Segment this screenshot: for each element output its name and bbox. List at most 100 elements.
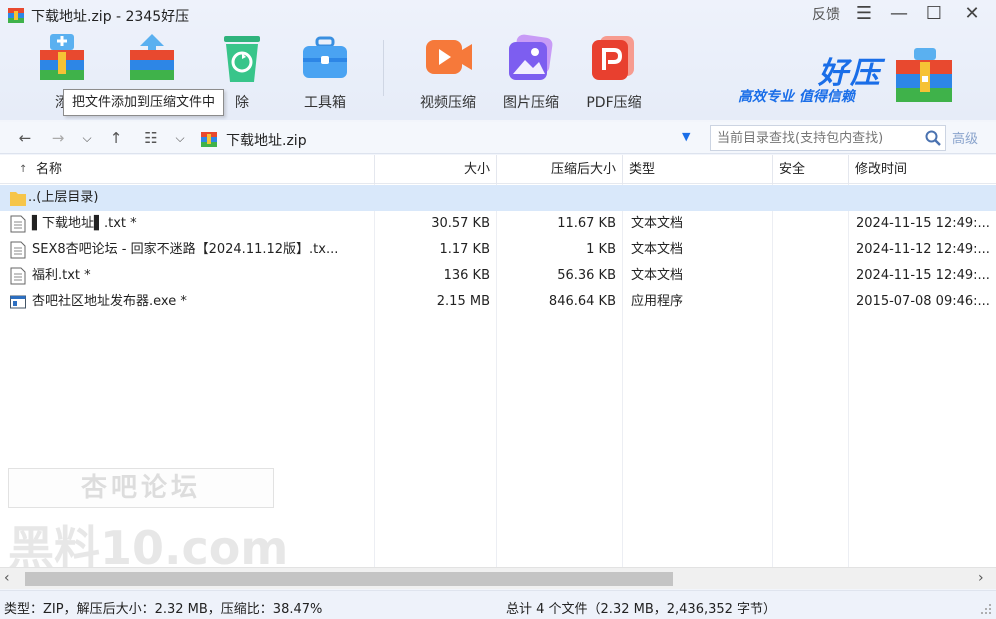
image-compress-button[interactable]: 图片压缩 <box>491 30 571 114</box>
file-name: ..(上层目录) <box>28 190 99 205</box>
zip-archive-icon <box>201 132 217 147</box>
path-chevron-down-icon[interactable]: ▼ <box>682 130 690 143</box>
menu-icon[interactable]: ☰ <box>853 3 875 25</box>
column-header-compressed[interactable]: 压缩后大小 <box>497 155 623 184</box>
toolbar-separator <box>383 40 384 96</box>
top-area: 下载地址.zip - 2345好压 反馈 ☰ — ☐ ✕ 添 除 工具箱 视频压… <box>0 0 996 120</box>
scroll-left-chevron-icon[interactable]: ‹ <box>4 570 10 586</box>
type-cell: 文本文档 <box>631 268 684 283</box>
archive-info: 类型：ZIP，解压后大小：2.32 MB，压缩比：38.47% <box>4 602 323 617</box>
table-row-parent-directory[interactable]: ..(上层目录) <box>0 185 996 211</box>
modified-cell: 2024-11-15 12:49:... <box>856 268 990 283</box>
status-bar: 类型：ZIP，解压后大小：2.32 MB，压缩比：38.47% 总计 4 个文件… <box>0 590 996 619</box>
folder-icon <box>10 192 26 206</box>
text-file-icon <box>10 267 26 285</box>
path-text: 下载地址.zip <box>226 133 307 149</box>
title-bar: 下载地址.zip - 2345好压 反馈 ☰ — ☐ ✕ <box>0 0 996 30</box>
haozip-logo-icon <box>8 8 24 23</box>
video-compress-button[interactable]: 视频压缩 <box>408 30 488 114</box>
search-field[interactable] <box>710 125 946 151</box>
column-header-security[interactable]: 安全 <box>773 155 849 184</box>
brand-banner: 好压 高效专业 值得信赖 <box>738 44 958 106</box>
video-compress-label: 视频压缩 <box>420 95 476 111</box>
compressed-size-cell: 846.64 KB <box>548 294 616 309</box>
toolbox-label: 工具箱 <box>304 95 346 111</box>
column-header-modified[interactable]: 修改时间 <box>849 155 996 184</box>
view-mode-icon[interactable]: ☷ <box>141 127 161 149</box>
file-total: 总计 4 个文件（2.32 MB，2,436,352 字节） <box>506 602 777 617</box>
search-input[interactable] <box>717 129 917 147</box>
modified-cell: 2024-11-12 12:49:... <box>856 242 990 257</box>
name-cell: ..(上层目录) <box>8 185 372 211</box>
text-file-icon <box>10 241 26 259</box>
size-cell: 30.57 KB <box>431 216 490 231</box>
file-list: ↑ 名称 大小 压缩后大小 类型 安全 修改时间 ..(上层目录) ▌下载地址▌… <box>0 155 996 575</box>
size-cell: 2.15 MB <box>436 294 490 309</box>
name-cell: ▌下载地址▌.txt * <box>8 211 372 237</box>
compressed-size-cell: 1 KB <box>586 242 616 257</box>
column-header-name[interactable]: ↑ 名称 <box>0 155 375 184</box>
file-name: 福利.txt * <box>32 268 91 283</box>
minimize-button[interactable]: — <box>888 3 910 25</box>
close-button[interactable]: ✕ <box>961 3 983 25</box>
add-tooltip: 把文件添加到压缩文件中 <box>63 89 225 116</box>
text-file-icon <box>10 215 26 233</box>
brand-slogan: 高效专业 值得信赖 <box>738 89 855 105</box>
scrollbar-thumb[interactable] <box>25 572 673 586</box>
column-header-size[interactable]: 大小 <box>375 155 497 184</box>
table-row[interactable]: SEX8杏吧论坛 - 回家不迷路【2024.11.12版】.tx... 1.17… <box>0 237 996 263</box>
size-cell: 1.17 KB <box>439 242 490 257</box>
file-name: SEX8杏吧论坛 - 回家不迷路【2024.11.12版】.tx... <box>32 242 339 257</box>
compressed-size-cell: 11.67 KB <box>557 216 616 231</box>
type-cell: 文本文档 <box>631 242 684 257</box>
name-cell: 福利.txt * <box>8 263 372 289</box>
watermark-line1: 杏吧论坛 <box>8 468 274 508</box>
search-icon[interactable] <box>924 129 942 147</box>
column-header-name-label: 名称 <box>36 162 63 177</box>
size-cell: 136 KB <box>443 268 490 283</box>
feedback-link[interactable]: 反馈 <box>812 4 840 24</box>
recycle-delete-icon <box>224 36 260 82</box>
modified-cell: 2024-11-15 12:49:... <box>856 216 990 231</box>
window-title: 下载地址.zip - 2345好压 <box>31 9 190 25</box>
table-row[interactable]: ▌下载地址▌.txt * 30.57 KB 11.67 KB 文本文档 2024… <box>0 211 996 237</box>
add-to-archive-icon <box>40 34 84 80</box>
video-compress-icon <box>426 40 472 74</box>
table-row[interactable]: 杏吧社区地址发布器.exe * 2.15 MB 846.64 KB 应用程序 2… <box>0 289 996 315</box>
path-field[interactable]: 下载地址.zip ▼ <box>196 126 706 152</box>
pdf-compress-button[interactable]: PDF压缩 <box>574 30 654 114</box>
advanced-search-link[interactable]: 高级 <box>952 128 978 147</box>
modified-cell: 2015-07-08 09:46:... <box>856 294 990 309</box>
pdf-compress-icon <box>592 36 634 80</box>
view-mode-chevron-down-icon[interactable]: ⌵ <box>170 127 190 149</box>
image-compress-icon <box>509 34 553 80</box>
type-cell: 文本文档 <box>631 216 684 231</box>
sort-ascending-icon: ↑ <box>19 164 28 175</box>
exe-file-icon <box>10 295 26 309</box>
table-row[interactable]: 福利.txt * 136 KB 56.36 KB 文本文档 2024-11-15… <box>0 263 996 289</box>
horizontal-scrollbar[interactable]: ‹ › <box>0 567 996 589</box>
back-arrow-icon[interactable]: ← <box>15 127 35 149</box>
column-header-type[interactable]: 类型 <box>623 155 773 184</box>
extract-icon <box>130 34 174 80</box>
up-arrow-icon[interactable]: ↑ <box>106 127 126 149</box>
forward-arrow-icon[interactable]: → <box>48 127 68 149</box>
name-cell: 杏吧社区地址发布器.exe * <box>8 289 372 315</box>
history-chevron-down-icon[interactable]: ⌵ <box>77 127 97 149</box>
file-name: 杏吧社区地址发布器.exe * <box>32 294 187 309</box>
scroll-right-chevron-icon[interactable]: › <box>978 570 984 586</box>
pdf-compress-label: PDF压缩 <box>586 95 642 111</box>
name-cell: SEX8杏吧论坛 - 回家不迷路【2024.11.12版】.tx... <box>8 237 372 263</box>
type-cell: 应用程序 <box>631 294 684 309</box>
toolbox-icon <box>303 36 347 78</box>
resize-grip-icon[interactable] <box>980 603 992 615</box>
maximize-button[interactable]: ☐ <box>923 3 945 25</box>
watermark: 杏吧论坛 黑料10.com <box>8 468 288 575</box>
toolbox-button[interactable]: 工具箱 <box>285 30 365 114</box>
haozip-brand-logo-icon <box>896 48 952 102</box>
file-name: ▌下载地址▌.txt * <box>32 216 137 231</box>
image-compress-label: 图片压缩 <box>503 95 559 111</box>
list-header: ↑ 名称 大小 压缩后大小 类型 安全 修改时间 <box>0 155 996 184</box>
compressed-size-cell: 56.36 KB <box>557 268 616 283</box>
navigation-bar: ← → ⌵ ↑ ☷ ⌵ 下载地址.zip ▼ 高级 <box>0 122 996 154</box>
